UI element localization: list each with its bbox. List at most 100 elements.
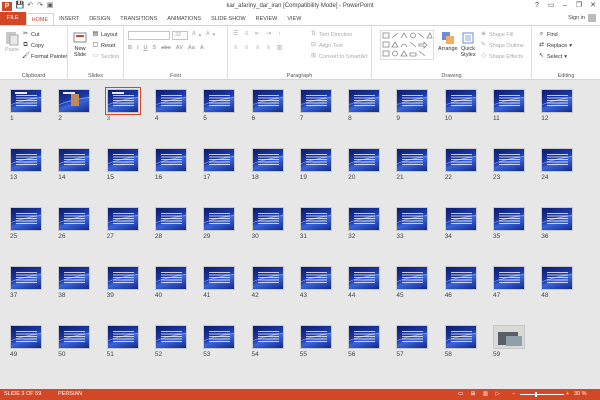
slide-thumbnail[interactable]: 36 (541, 207, 574, 240)
slide-thumbnail[interactable]: 56 (348, 325, 381, 358)
align-center-icon[interactable]: ≡ (243, 45, 250, 52)
tab-design[interactable]: DESIGN (84, 13, 115, 25)
layout-button[interactable]: ▤ Layout (92, 31, 118, 38)
slide-thumbnail[interactable]: 9 (396, 89, 429, 122)
reset-button[interactable]: ▢ Reset (92, 42, 116, 49)
slide-thumbnail[interactable]: 28 (154, 207, 187, 240)
shape-fill-button[interactable]: ◈ Shape Fill (480, 31, 513, 38)
restore-button[interactable]: ❐ (572, 0, 586, 12)
section-button[interactable]: ▭ Section (92, 53, 120, 60)
slide-thumbnail[interactable]: 35 (493, 207, 525, 240)
bullets-icon[interactable]: ☰ (232, 31, 239, 38)
copy-button[interactable]: ⧉ Copy (22, 42, 44, 49)
slide-thumbnail[interactable]: 19 (299, 148, 332, 181)
tab-view[interactable]: VIEW (282, 13, 306, 25)
slide-thumbnail[interactable]: 34 (444, 207, 477, 240)
view-buttons[interactable]: ▭ ⊞ ▥ ▷ (458, 391, 503, 397)
underline-icon[interactable]: U (144, 45, 148, 51)
arrange-button[interactable]: Arrange (438, 30, 458, 52)
slide-thumbnail[interactable]: 26 (58, 207, 91, 240)
slide-thumbnail[interactable]: 31 (299, 207, 332, 240)
slide-thumbnail[interactable]: 50 (58, 325, 91, 358)
zoom-out-icon[interactable]: – (512, 391, 515, 397)
text-direction-button[interactable]: ⇅ Text Direction (310, 31, 352, 38)
slide-thumbnail[interactable]: 48 (541, 266, 574, 299)
sign-in-link[interactable]: Sign in (568, 14, 596, 22)
slide-thumbnail[interactable]: 41 (203, 266, 236, 299)
align-text-button[interactable]: ⊟ Align Text (310, 42, 343, 49)
slide-thumbnail[interactable]: 46 (444, 266, 477, 299)
slide-thumbnail[interactable]: 14 (58, 148, 91, 181)
slide-thumbnail[interactable]: 13 (10, 148, 42, 181)
columns-icon[interactable]: ▥ (276, 45, 283, 52)
slide-thumbnail[interactable]: 30 (251, 207, 284, 240)
shape-outline-button[interactable]: ✎ Shape Outline (480, 42, 524, 49)
slide-thumbnail[interactable]: 29 (203, 207, 236, 240)
shrink-font-icon[interactable]: A ▼ (206, 31, 216, 37)
font-name-combo[interactable] (128, 31, 170, 40)
slide-thumbnail[interactable]: 20 (348, 148, 381, 181)
tab-slide-show[interactable]: SLIDE SHOW (206, 13, 251, 25)
slide-thumbnail[interactable]: 58 (444, 325, 477, 358)
slide-thumbnail[interactable]: 40 (154, 266, 187, 299)
slide-thumbnail[interactable]: 53 (203, 325, 236, 358)
slide-thumbnail[interactable]: 3 (104, 87, 141, 122)
redo-icon[interactable]: ↷ (35, 1, 45, 11)
slide-thumbnail[interactable]: 37 (10, 266, 42, 299)
slide-thumbnail[interactable]: 55 (299, 325, 332, 358)
slide-thumbnail[interactable]: 12 (541, 89, 574, 122)
numbering-icon[interactable]: ≡ (243, 31, 250, 38)
save-icon[interactable]: 💾 (15, 1, 25, 11)
tab-file[interactable]: FILE (0, 12, 26, 25)
slide-thumbnail[interactable]: 16 (154, 148, 187, 181)
slide-thumbnail[interactable]: 7 (299, 89, 332, 122)
slide-thumbnail[interactable]: 47 (493, 266, 525, 299)
zoom-in-icon[interactable]: + (566, 391, 569, 397)
italic-icon[interactable]: I (137, 45, 139, 51)
slide-thumbnail[interactable]: 45 (396, 266, 429, 299)
tab-animations[interactable]: ANIMATIONS (162, 13, 206, 25)
find-button[interactable]: ⌕ Find (538, 31, 558, 38)
close-button[interactable]: ✕ (586, 0, 600, 12)
font-color-icon[interactable]: A (200, 45, 204, 51)
slide-thumbnail[interactable]: 4 (154, 89, 187, 122)
slide-thumbnail[interactable]: 54 (251, 325, 284, 358)
slide-thumbnail[interactable]: 51 (106, 325, 139, 358)
shape-effects-button[interactable]: ◇ Shape Effects (480, 53, 523, 60)
slide-thumbnail[interactable]: 57 (396, 325, 429, 358)
slide-thumbnail[interactable]: 22 (444, 148, 477, 181)
undo-icon[interactable]: ↶ (25, 1, 35, 11)
slide-thumbnail[interactable]: 18 (251, 148, 284, 181)
increase-indent-icon[interactable]: ⇥ (265, 31, 272, 38)
slide-thumbnail[interactable]: 25 (10, 207, 42, 240)
slide-thumbnail[interactable]: 5 (203, 89, 236, 122)
start-slideshow-icon[interactable]: ▣ (45, 1, 55, 11)
format-painter-button[interactable]: 🖌 Format Painter (22, 53, 67, 60)
tab-transitions[interactable]: TRANSITIONS (115, 13, 162, 25)
cut-button[interactable]: ✂ Cut (22, 31, 40, 38)
slide-thumbnail[interactable]: 44 (348, 266, 381, 299)
tab-review[interactable]: REVIEW (251, 13, 283, 25)
replace-button[interactable]: ⇄ Replace ▾ (538, 42, 572, 49)
slide-thumbnail[interactable]: 49 (10, 325, 42, 358)
slide-thumbnail[interactable]: 52 (154, 325, 187, 358)
slide-thumbnail[interactable]: 8 (348, 89, 381, 122)
help-button[interactable]: ? (530, 0, 544, 12)
slide-thumbnail[interactable]: 2 (58, 89, 91, 122)
slide-thumbnail[interactable]: 38 (58, 266, 91, 299)
slide-thumbnail[interactable]: 42 (251, 266, 284, 299)
strikethrough-icon[interactable]: abc (161, 45, 170, 51)
decrease-indent-icon[interactable]: ⇤ (254, 31, 261, 38)
slide-thumbnail[interactable]: 6 (251, 89, 284, 122)
select-button[interactable]: ↖ Select ▾ (538, 53, 567, 60)
grow-font-icon[interactable]: A ▲ (192, 31, 202, 37)
quick-styles-button[interactable]: Quick Styles (460, 30, 476, 58)
paste-button[interactable]: Paste (4, 30, 20, 53)
change-case-icon[interactable]: Aa (188, 45, 195, 51)
zoom-level[interactable]: 30 % (574, 391, 587, 397)
slide-thumbnail[interactable]: 43 (299, 266, 332, 299)
slide-thumbnail[interactable]: 1 (10, 89, 42, 122)
line-spacing-icon[interactable]: ↕ (276, 31, 283, 38)
slide-thumbnail[interactable]: 27 (106, 207, 139, 240)
shadow-icon[interactable]: S (153, 45, 157, 51)
